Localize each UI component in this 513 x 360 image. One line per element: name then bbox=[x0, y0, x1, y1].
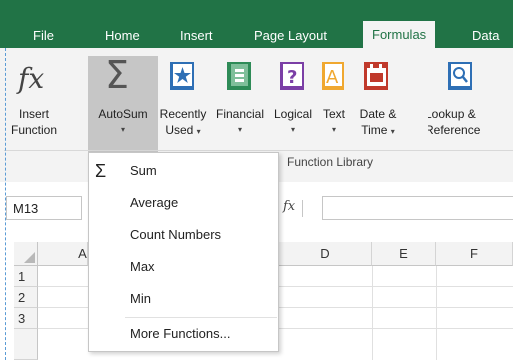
formula-bar-separator bbox=[302, 200, 303, 217]
row-header-1[interactable]: 1 bbox=[14, 266, 38, 287]
menu-item-min[interactable]: Min bbox=[89, 283, 278, 315]
menu-item-more-functions[interactable]: More Functions... bbox=[89, 318, 278, 350]
autosum-label: AutoSum bbox=[98, 107, 148, 121]
svg-text:Σ: Σ bbox=[105, 54, 129, 94]
sigma-icon: Σ bbox=[105, 54, 129, 94]
row-header-3[interactable]: 3 bbox=[14, 308, 38, 329]
insert-function-button[interactable]: fx Insert Function bbox=[10, 48, 58, 148]
sum-sigma-icon: Σ bbox=[95, 161, 107, 181]
window-edge-marker bbox=[5, 48, 6, 360]
lookup-label-2: Reference bbox=[428, 123, 481, 137]
question-book-icon: ? bbox=[280, 62, 304, 90]
lookup-label-1: Lookup & bbox=[428, 107, 476, 121]
column-header-a[interactable]: A bbox=[38, 242, 88, 266]
tab-file[interactable]: File bbox=[33, 23, 54, 48]
logical-dropdown-arrow: ▾ bbox=[290, 125, 295, 134]
name-box[interactable]: M13 bbox=[6, 196, 82, 220]
date-time-button[interactable]: Date & Time ▾ bbox=[352, 48, 404, 148]
menu-item-max-label: Max bbox=[130, 259, 155, 274]
menu-item-count-numbers[interactable]: Count Numbers bbox=[89, 219, 278, 251]
menu-item-min-label: Min bbox=[130, 291, 151, 306]
autosum-dropdown-arrow: ▾ bbox=[120, 125, 125, 134]
financial-book-icon bbox=[227, 62, 251, 90]
svg-text:?: ? bbox=[287, 67, 297, 88]
menu-item-average[interactable]: Average bbox=[89, 187, 278, 219]
row-header-4[interactable] bbox=[14, 329, 38, 360]
select-all-triangle-icon bbox=[24, 252, 35, 263]
ribbon-group-divider bbox=[4, 150, 513, 151]
row-header-2[interactable]: 2 bbox=[14, 287, 38, 308]
svg-text:A: A bbox=[326, 67, 339, 88]
recently-used-label-2: Used ▾ bbox=[165, 123, 201, 137]
tab-page-layout[interactable]: Page Layout bbox=[254, 23, 327, 48]
text-button[interactable]: A Text ▾ bbox=[318, 48, 350, 148]
svg-text:fx: fx bbox=[16, 62, 44, 95]
star-book-icon bbox=[170, 62, 194, 90]
recently-used-label-1: Recently bbox=[159, 107, 207, 121]
financial-dropdown-arrow: ▾ bbox=[237, 125, 242, 134]
fx-icon: fx bbox=[16, 62, 44, 95]
menu-item-average-label: Average bbox=[130, 195, 179, 210]
menu-item-sum-label: Sum bbox=[130, 163, 157, 178]
tab-home[interactable]: Home bbox=[105, 23, 140, 48]
function-library-group-label: Function Library bbox=[287, 155, 374, 169]
financial-label: Financial bbox=[215, 107, 265, 121]
ribbon-tab-bar: File Home Insert Page Layout Formulas Da… bbox=[0, 0, 513, 48]
search-book-icon bbox=[448, 62, 472, 90]
insert-function-fx-icon[interactable]: fx bbox=[283, 199, 295, 214]
menu-item-count-numbers-label: Count Numbers bbox=[130, 227, 222, 242]
date-time-label-2: Time ▾ bbox=[361, 123, 395, 137]
tab-formulas[interactable]: Formulas bbox=[363, 21, 436, 48]
text-label: Text bbox=[322, 107, 345, 121]
column-header-d[interactable]: D bbox=[279, 242, 372, 266]
logical-button[interactable]: ? Logical ▾ bbox=[270, 48, 316, 148]
recently-used-button[interactable]: Recently Used ▾ bbox=[158, 48, 208, 148]
menu-item-sum[interactable]: Σ Sum bbox=[89, 155, 278, 187]
insert-function-label-2: Function bbox=[10, 123, 58, 137]
autosum-button[interactable]: Σ AutoSum ▾ bbox=[88, 48, 158, 152]
formula-input[interactable] bbox=[322, 196, 513, 220]
text-book-icon: A bbox=[322, 62, 344, 90]
insert-function-label-1: Insert bbox=[18, 107, 49, 121]
column-header-f[interactable]: F bbox=[436, 242, 513, 266]
date-time-label-1: Date & bbox=[359, 107, 397, 121]
menu-item-max[interactable]: Max bbox=[89, 251, 278, 283]
calendar-book-icon bbox=[364, 62, 388, 90]
grid-line bbox=[436, 266, 437, 360]
menu-item-more-functions-label: More Functions... bbox=[130, 326, 231, 341]
grid-line bbox=[372, 266, 373, 360]
lookup-reference-button[interactable]: Lookup & Reference bbox=[428, 48, 513, 148]
tab-data[interactable]: Data bbox=[472, 23, 499, 48]
text-dropdown-arrow: ▾ bbox=[331, 125, 336, 134]
tab-insert[interactable]: Insert bbox=[180, 23, 213, 48]
logical-label: Logical bbox=[273, 107, 313, 121]
column-header-e[interactable]: E bbox=[372, 242, 436, 266]
autosum-dropdown-menu: Σ Sum Average Count Numbers Max Min More… bbox=[88, 152, 279, 352]
financial-button[interactable]: Financial ▾ bbox=[210, 48, 270, 148]
